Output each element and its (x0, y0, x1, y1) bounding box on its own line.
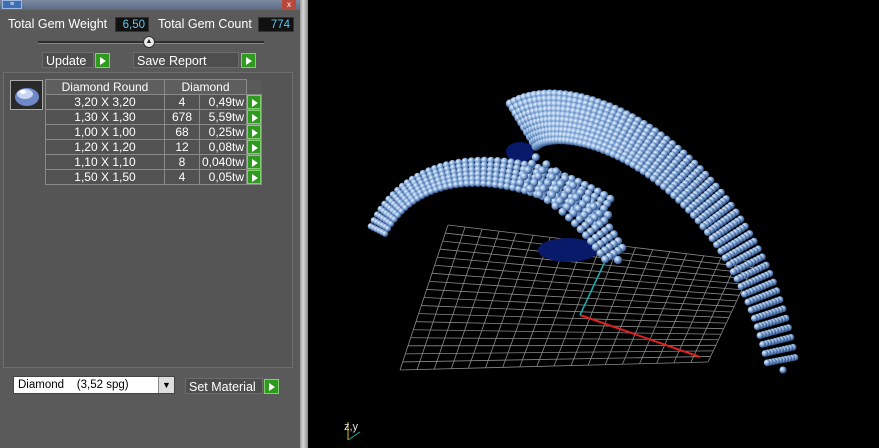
gem-count: 678 (164, 109, 200, 125)
gem-table: Diamond Round Diamond 3,20 X 3,20 4 0,49… (45, 79, 263, 185)
gem-stone (737, 282, 745, 290)
gem-stone (694, 217, 703, 225)
update-play-icon[interactable] (95, 53, 110, 68)
gem-count: 4 (164, 169, 200, 185)
gem-stone (601, 255, 610, 264)
gem-stone (759, 341, 766, 348)
total-gem-weight-value: 6,50 (115, 17, 149, 32)
gem-report-panel: ≡ x Total Gem Weight 6,50 Total Gem Coun… (0, 0, 300, 448)
table-row[interactable]: 3,20 X 3,20 4 0,49tw (45, 94, 263, 110)
gem-stone (526, 184, 535, 193)
save-report-button[interactable]: Save Report (133, 52, 239, 68)
table-row[interactable]: 1,20 X 1,20 12 0,08tw (45, 139, 263, 155)
gem-stone (721, 254, 729, 262)
gem-stone (756, 332, 764, 339)
gem-weight: 0,25tw (198, 124, 248, 140)
slider-thumb[interactable]: ▲ (143, 36, 155, 48)
material-select[interactable]: Diamond (3,52 spg) ▼ (13, 376, 175, 394)
gem-stone (699, 222, 707, 231)
gem-count: 68 (164, 124, 200, 140)
row-select-icon[interactable] (247, 140, 262, 154)
chevron-down-icon[interactable]: ▼ (158, 377, 174, 393)
x-axis-line (579, 314, 701, 358)
gem-weight: 0,040tw (198, 154, 248, 170)
column-header-diamond-round: Diamond Round (45, 79, 165, 95)
gem-stone (717, 247, 725, 255)
gem-stone (761, 350, 769, 357)
gem-weight: 0,49tw (198, 94, 248, 110)
row-select-icon[interactable] (247, 125, 262, 139)
gem-weight: 5,59tw (198, 109, 248, 125)
gem-count: 8 (164, 154, 200, 170)
diamond-round-thumbnail-icon[interactable] (10, 80, 43, 110)
panel-titlebar: ≡ x (0, 0, 300, 10)
gem-size: 1,30 X 1,30 (45, 109, 165, 125)
row-select-icon[interactable] (247, 170, 262, 184)
gem-stone (704, 228, 712, 236)
gem-table-header: Diamond Round Diamond (45, 79, 262, 95)
table-row[interactable]: 1,10 X 1,10 8 0,040tw (45, 154, 263, 170)
gem-size: 1,50 X 1,50 (45, 169, 165, 185)
table-row[interactable]: 1,50 X 1,50 4 0,05tw (45, 169, 263, 185)
gem-stone (741, 290, 748, 298)
update-button[interactable]: Update (42, 52, 94, 68)
total-gem-count-value: 774 (258, 17, 294, 32)
gem-stone (551, 202, 560, 210)
gem-stone (543, 196, 552, 205)
table-row[interactable]: 1,00 X 1,00 68 0,25tw (45, 124, 263, 140)
gem-stone (535, 190, 544, 199)
column-header-diamond: Diamond (163, 79, 248, 95)
gem-weight: 0,08tw (198, 139, 248, 155)
gem-size: 1,20 X 1,20 (45, 139, 165, 155)
gem-stone (725, 261, 733, 269)
panel-splitter[interactable] (300, 0, 308, 448)
set-material-button[interactable]: Set Material (185, 378, 263, 394)
gem-count: 4 (164, 94, 200, 110)
close-icon[interactable]: x (282, 0, 296, 9)
save-report-play-icon[interactable] (241, 53, 256, 68)
app-icon: ≡ (2, 0, 22, 9)
gem-stone (753, 323, 761, 331)
gem-stone (571, 219, 579, 228)
material-select-value: Diamond (3,52 spg) (18, 379, 129, 391)
set-material-play-icon[interactable] (264, 379, 279, 394)
ring-model (367, 89, 799, 374)
viewport-canvas[interactable]: z,y (308, 0, 879, 448)
gem-stone (744, 298, 752, 306)
gem-size: 1,10 X 1,10 (45, 154, 165, 170)
gem-stone (729, 268, 737, 276)
gem-stone (713, 241, 721, 249)
row-select-icon[interactable] (247, 95, 262, 109)
3d-viewport[interactable]: z,y (308, 0, 879, 448)
gem-stone (763, 359, 771, 367)
gem-stone (558, 207, 567, 216)
table-row[interactable]: 1,30 X 1,30 678 5,59tw (45, 109, 263, 125)
total-gem-weight-label: Total Gem Weight (8, 17, 108, 31)
gem-stone (733, 275, 741, 283)
gem-stone (516, 178, 525, 187)
gem-weight: 0,05tw (198, 169, 248, 185)
gem-size: 1,00 X 1,00 (45, 124, 165, 140)
gem-stone (750, 314, 758, 322)
gem-count: 12 (164, 139, 200, 155)
gem-stone (614, 256, 622, 264)
gem-stone (747, 306, 755, 314)
row-select-icon[interactable] (247, 110, 262, 124)
total-gem-count-label: Total Gem Count (158, 17, 252, 31)
axis-indicator: z,y (344, 421, 361, 441)
gem-size: 3,20 X 3,20 (45, 94, 165, 110)
gem-stone (565, 213, 573, 222)
gem-stone (708, 234, 716, 243)
axis-label: z,y (344, 421, 359, 433)
gem-stone (779, 366, 787, 374)
row-select-icon[interactable] (247, 155, 262, 169)
